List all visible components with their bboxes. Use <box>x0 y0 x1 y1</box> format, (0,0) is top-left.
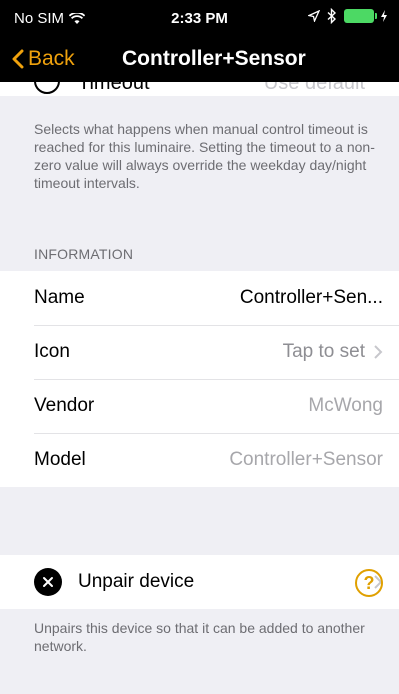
icon-row[interactable]: Icon Tap to set <box>0 325 399 379</box>
charging-icon <box>381 10 387 22</box>
vendor-row: Vendor McWong <box>0 379 399 433</box>
timeout-description: Selects what happens when manual control… <box>34 121 375 191</box>
bluetooth-icon <box>327 8 337 24</box>
unpair-group: Unpair device <box>0 555 399 609</box>
scroll-content[interactable]: Timeout Use default Selects what happens… <box>0 82 399 694</box>
name-label: Name <box>34 287 85 308</box>
navigation-bar: Back Controller+Sensor <box>0 38 399 82</box>
model-value: Controller+Sensor <box>229 449 383 470</box>
chevron-right-icon <box>374 345 383 359</box>
status-bar: No SIM 2:33 PM <box>0 0 399 36</box>
unpair-description: Unpairs this device so that it can be ad… <box>34 620 365 654</box>
name-value: Controller+Sen... <box>239 287 383 308</box>
information-group: Name Controller+Sen... Icon Tap to set V… <box>0 271 399 487</box>
icon-value-wrap: Tap to set <box>283 341 383 363</box>
vendor-label: Vendor <box>34 395 95 416</box>
timeout-icon <box>34 82 60 94</box>
chevron-left-icon <box>12 49 24 69</box>
unpair-device-row[interactable]: Unpair device <box>0 555 399 609</box>
unpair-label: Unpair device <box>78 571 195 592</box>
information-header: INFORMATION <box>34 246 134 262</box>
vendor-value: McWong <box>308 395 383 416</box>
help-label: ? <box>363 572 375 593</box>
battery-icon <box>344 9 377 23</box>
timeout-label: Timeout <box>78 82 150 94</box>
icon-label: Icon <box>34 341 70 362</box>
location-arrow-icon <box>308 10 320 22</box>
top-bar: No SIM 2:33 PM Back Controller+Sensor <box>0 0 399 82</box>
model-row: Model Controller+Sensor <box>0 433 399 487</box>
name-row[interactable]: Name Controller+Sen... <box>0 271 399 325</box>
timeout-row[interactable]: Timeout Use default <box>0 82 399 96</box>
page-title: Controller+Sensor <box>122 47 306 70</box>
help-button[interactable]: ? <box>355 569 383 597</box>
status-icons <box>308 8 387 24</box>
icon-value: Tap to set <box>282 341 365 362</box>
back-label: Back <box>28 47 75 70</box>
back-button[interactable]: Back <box>12 47 75 71</box>
timeout-value: Use default <box>263 82 365 94</box>
close-circle-icon <box>34 568 62 596</box>
model-label: Model <box>34 449 86 470</box>
